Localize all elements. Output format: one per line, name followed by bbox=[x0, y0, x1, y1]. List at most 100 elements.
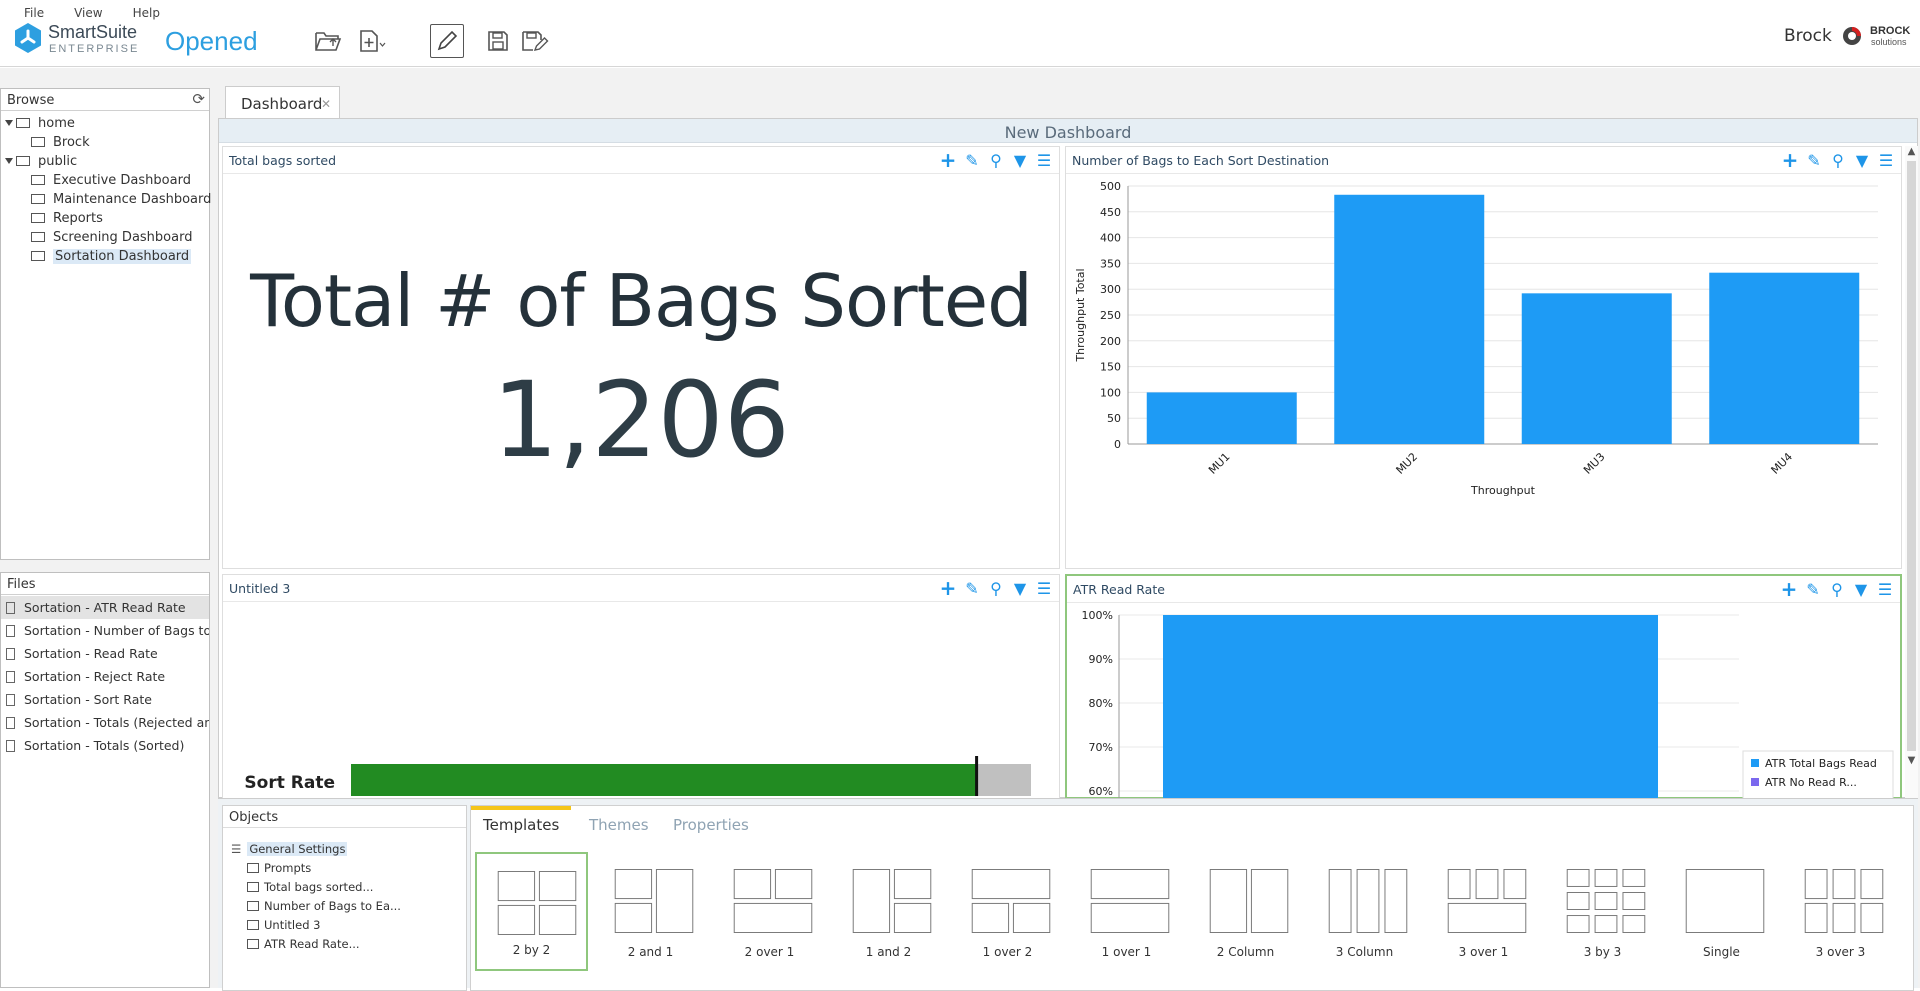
object-label: Total bags sorted... bbox=[264, 880, 374, 894]
expand-arrow-icon[interactable] bbox=[5, 120, 13, 126]
y-tick-label: 50 bbox=[1107, 412, 1121, 425]
object-general-settings[interactable]: ☰ General Settings bbox=[231, 842, 348, 856]
tree-folder-maintenance-dashboard[interactable]: Maintenance Dashboard bbox=[31, 190, 211, 208]
zoom-icon[interactable]: ⚲ bbox=[987, 151, 1005, 170]
new-document-button[interactable] bbox=[355, 24, 389, 58]
template-3-over-1[interactable]: 3 over 1 bbox=[1427, 852, 1540, 971]
file-item[interactable]: Sortation - Reject Rate bbox=[1, 665, 209, 688]
menu-view[interactable]: View bbox=[74, 6, 102, 20]
file-item[interactable]: Sortation - Totals (Rejected and Read) bbox=[1, 711, 209, 734]
file-item[interactable]: Sortation - Read Rate bbox=[1, 642, 209, 665]
scroll-up-icon[interactable]: ▲ bbox=[1905, 146, 1918, 157]
zoom-icon[interactable]: ⚲ bbox=[1829, 151, 1847, 170]
widget-bags-per-destination[interactable]: Number of Bags to Each Sort Destination … bbox=[1065, 146, 1902, 569]
add-icon[interactable]: + bbox=[939, 148, 957, 172]
dashboard-scrollbar[interactable]: ▲ ▼ bbox=[1905, 146, 1918, 799]
menu-icon[interactable]: ☰ bbox=[1035, 151, 1053, 170]
object-total-bags[interactable]: Total bags sorted... bbox=[247, 880, 373, 894]
add-icon[interactable]: + bbox=[939, 576, 957, 600]
tree-label: Maintenance Dashboard bbox=[53, 191, 212, 207]
file-item[interactable]: Sortation - Sort Rate bbox=[1, 688, 209, 711]
dashboard-title[interactable]: New Dashboard bbox=[219, 119, 1917, 143]
layout-preview-icon bbox=[497, 871, 577, 935]
tab-themes[interactable]: Themes bbox=[589, 806, 649, 840]
pencil-icon[interactable]: ✎ bbox=[963, 151, 981, 170]
x-tick-label: MU1 bbox=[1206, 450, 1233, 477]
template-1-over-2[interactable]: 1 over 2 bbox=[951, 852, 1064, 971]
filter-icon[interactable]: ▼ bbox=[1011, 579, 1029, 598]
save-button[interactable] bbox=[481, 24, 515, 58]
save-icon bbox=[488, 31, 508, 51]
zoom-icon[interactable]: ⚲ bbox=[1828, 580, 1846, 599]
menu-icon[interactable]: ☰ bbox=[1035, 579, 1053, 598]
object-untitled-3[interactable]: Untitled 3 bbox=[247, 918, 320, 932]
add-icon[interactable]: + bbox=[1781, 148, 1799, 172]
tree-label: Sortation Dashboard bbox=[53, 248, 192, 264]
tab-templates[interactable]: Templates bbox=[471, 806, 572, 840]
edit-mode-button[interactable] bbox=[430, 24, 464, 58]
pencil-icon[interactable]: ✎ bbox=[1804, 580, 1822, 599]
file-item[interactable]: Sortation - Totals (Sorted) bbox=[1, 734, 209, 757]
template-1-over-1[interactable]: 1 over 1 bbox=[1070, 852, 1183, 971]
save-as-icon bbox=[522, 31, 549, 51]
template-3-by-3[interactable]: 3 by 3 bbox=[1546, 852, 1659, 971]
add-icon[interactable]: + bbox=[1780, 577, 1798, 601]
template-2-by-2[interactable]: 2 by 2 bbox=[475, 852, 588, 971]
y-tick-label: 300 bbox=[1100, 283, 1121, 296]
document-icon bbox=[6, 670, 15, 683]
template-single[interactable]: Single bbox=[1665, 852, 1778, 971]
save-as-button[interactable] bbox=[518, 24, 552, 58]
folder-icon bbox=[31, 137, 45, 147]
template-3-column[interactable]: 3 Column bbox=[1308, 852, 1421, 971]
tree-folder-reports[interactable]: Reports bbox=[31, 209, 103, 227]
open-button[interactable] bbox=[311, 24, 345, 58]
layout-preview-icon bbox=[1447, 869, 1527, 933]
menu-icon[interactable]: ☰ bbox=[1877, 151, 1895, 170]
tree-folder-public[interactable]: public bbox=[5, 152, 77, 170]
user-name[interactable]: Brock bbox=[1784, 26, 1832, 46]
object-number-of-bags[interactable]: Number of Bags to Ea... bbox=[247, 899, 401, 913]
template-1-and-2[interactable]: 1 and 2 bbox=[832, 852, 945, 971]
scrollbar-thumb[interactable] bbox=[1907, 161, 1916, 751]
expand-arrow-icon[interactable] bbox=[5, 158, 13, 164]
template-3-over-3[interactable]: 3 over 3 bbox=[1784, 852, 1897, 971]
widget-atr-read-rate[interactable]: ATR Read Rate + ✎ ⚲ ▼ ☰ 50%60%70%80%90%1… bbox=[1065, 574, 1902, 799]
tree-folder-screening-dashboard[interactable]: Screening Dashboard bbox=[31, 228, 192, 246]
tab-properties[interactable]: Properties bbox=[673, 806, 749, 840]
tab-dashboard[interactable]: Dashboard ✕ bbox=[225, 86, 340, 118]
menu-icon[interactable]: ☰ bbox=[1876, 580, 1894, 599]
widget-untitled-3[interactable]: Untitled 3 + ✎ ⚲ ▼ ☰ Sort Rate bbox=[222, 574, 1060, 799]
object-prompts[interactable]: Prompts bbox=[247, 861, 311, 875]
pencil-icon[interactable]: ✎ bbox=[1805, 151, 1823, 170]
template-2-column[interactable]: 2 Column bbox=[1189, 852, 1302, 971]
object-atr-read-rate[interactable]: ATR Read Rate... bbox=[247, 937, 360, 951]
objects-panel: Objects ☰ General Settings Prompts Total … bbox=[222, 805, 467, 991]
file-item[interactable]: Sortation - Number of Bags to Sort Desti… bbox=[1, 619, 209, 642]
bullet-chart-sort-rate: Sort Rate bbox=[244, 756, 1031, 796]
layout-cell bbox=[893, 902, 932, 933]
close-icon[interactable]: ✕ bbox=[321, 97, 331, 111]
template-2-and-1[interactable]: 2 and 1 bbox=[594, 852, 707, 971]
tab-label: Dashboard bbox=[241, 95, 323, 113]
filter-icon[interactable]: ▼ bbox=[1011, 151, 1029, 170]
scroll-down-icon[interactable]: ▼ bbox=[1905, 755, 1918, 766]
menu-file[interactable]: File bbox=[24, 6, 44, 20]
tree-folder-sortation-dashboard[interactable]: Sortation Dashboard bbox=[31, 247, 192, 265]
zoom-icon[interactable]: ⚲ bbox=[987, 579, 1005, 598]
pencil-icon[interactable]: ✎ bbox=[963, 579, 981, 598]
widget-total-bags-sorted[interactable]: Total bags sorted + ✎ ⚲ ▼ ☰ Total # of B… bbox=[222, 146, 1060, 569]
layout-cell bbox=[1209, 869, 1248, 933]
tree-folder-executive-dashboard[interactable]: Executive Dashboard bbox=[31, 171, 191, 189]
y-tick-label: 80% bbox=[1089, 697, 1113, 710]
filter-icon[interactable]: ▼ bbox=[1853, 151, 1871, 170]
file-item[interactable]: Sortation - ATR Read Rate bbox=[1, 596, 209, 619]
template-2-over-1[interactable]: 2 over 1 bbox=[713, 852, 826, 971]
layout-cell bbox=[971, 902, 1010, 933]
tree-folder-home[interactable]: home bbox=[5, 114, 75, 132]
layout-cell bbox=[497, 871, 536, 902]
tree-folder-brock[interactable]: Brock bbox=[31, 133, 90, 151]
new-file-icon bbox=[360, 30, 386, 52]
refresh-icon[interactable]: ⟳ bbox=[192, 90, 205, 108]
menu-help[interactable]: Help bbox=[133, 6, 160, 20]
filter-icon[interactable]: ▼ bbox=[1852, 580, 1870, 599]
